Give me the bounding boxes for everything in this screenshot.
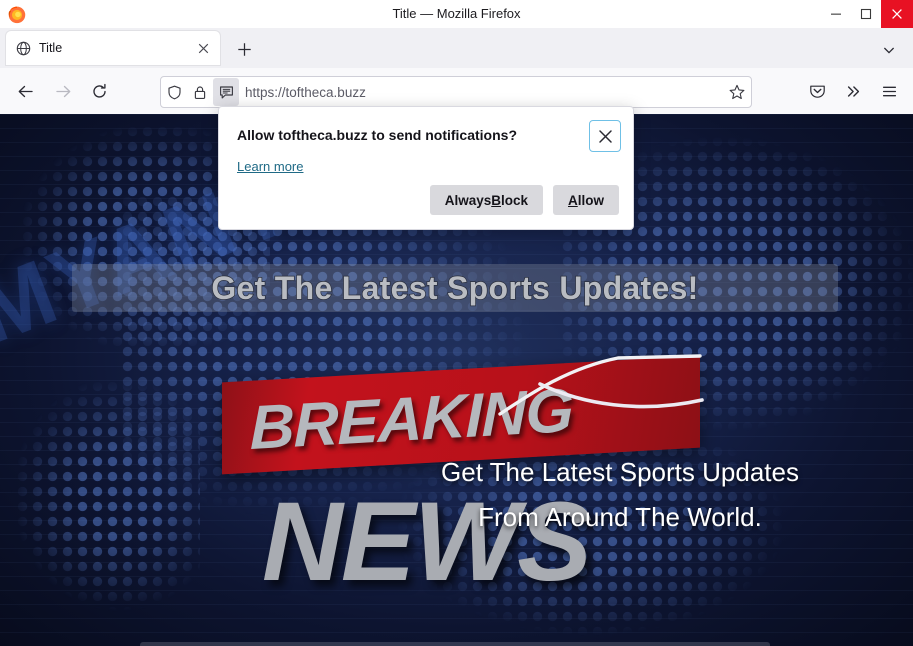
maximize-icon — [860, 8, 872, 20]
address-bar[interactable]: https://toftheca.buzz — [160, 76, 752, 108]
allow-post: llow — [577, 192, 604, 208]
minimize-icon — [831, 13, 841, 15]
overlay-headline-line2: From Around The World. — [478, 502, 762, 532]
tab-close-button[interactable] — [192, 37, 214, 59]
window-title: Title — Mozilla Firefox — [392, 6, 521, 21]
sub-headline-band: Receive Breaking News And Stay Up To Dat… — [140, 642, 770, 646]
always-block-post: lock — [500, 192, 528, 208]
pocket-icon — [809, 85, 825, 98]
always-block-button[interactable]: Always Block — [429, 185, 543, 215]
always-block-pre: Always — [444, 192, 492, 208]
halftone-dots-cluster — [0, 364, 200, 624]
shield-icon — [167, 85, 181, 99]
tab-active[interactable]: Title — [6, 31, 220, 65]
close-icon — [892, 9, 902, 19]
close-button[interactable] — [881, 0, 913, 28]
forward-button[interactable] — [48, 76, 78, 106]
plus-icon — [237, 42, 251, 56]
dialog-title: Allow toftheca.buzz to send notification… — [237, 127, 517, 143]
maximize-button[interactable] — [851, 0, 881, 28]
always-block-accel: B — [491, 192, 501, 208]
tab-label: Title — [39, 41, 63, 55]
url-text[interactable]: https://toftheca.buzz — [239, 85, 723, 100]
tab-close-icon — [198, 43, 208, 53]
overlay-headline-line1: Get The Latest Sports Updates — [441, 457, 799, 487]
top-headline-text: Get The Latest Sports Updates! — [211, 269, 699, 306]
lock-icon — [194, 85, 206, 99]
top-headline-band: Get The Latest Sports Updates! — [72, 264, 838, 312]
dialog-close-button[interactable] — [589, 120, 621, 152]
back-button[interactable] — [10, 76, 40, 106]
reload-icon — [92, 83, 106, 98]
overflow-menu-button[interactable] — [838, 76, 868, 106]
overlay-headline: Get The Latest Sports Updates From Aroun… — [360, 450, 880, 540]
title-bar: Title — Mozilla Firefox — [0, 0, 913, 29]
notification-permission-dialog: Allow toftheca.buzz to send notification… — [218, 106, 634, 230]
close-icon — [598, 129, 612, 143]
notifications-permission-icon[interactable] — [213, 78, 239, 106]
connection-lock-icon[interactable] — [187, 78, 213, 106]
hamburger-menu-icon — [882, 86, 896, 96]
allow-accel: A — [568, 192, 578, 208]
reload-button[interactable] — [84, 76, 114, 106]
star-icon — [729, 84, 745, 100]
tab-strip: Title — [0, 28, 913, 68]
tracking-protection-shield-icon[interactable] — [161, 78, 187, 106]
pocket-button[interactable] — [802, 76, 832, 106]
dialog-actions: Always Block Allow — [429, 185, 619, 215]
globe-icon — [16, 41, 31, 55]
chat-bubble-icon — [219, 85, 233, 98]
chevron-down-icon — [883, 47, 895, 54]
arrow-left-icon — [18, 85, 33, 97]
bookmark-star-button[interactable] — [723, 78, 751, 106]
chevron-double-right-icon — [847, 85, 859, 97]
allow-button[interactable]: Allow — [553, 185, 619, 215]
new-tab-button[interactable] — [232, 37, 256, 61]
learn-more-link[interactable]: Learn more — [237, 159, 303, 174]
arrow-right-icon — [55, 85, 70, 97]
minimize-button[interactable] — [821, 0, 851, 28]
list-all-tabs-button[interactable] — [877, 38, 901, 62]
browser-window: Title — Mozilla Firefox Title https://to… — [0, 0, 913, 646]
app-menu-button[interactable] — [874, 76, 904, 106]
